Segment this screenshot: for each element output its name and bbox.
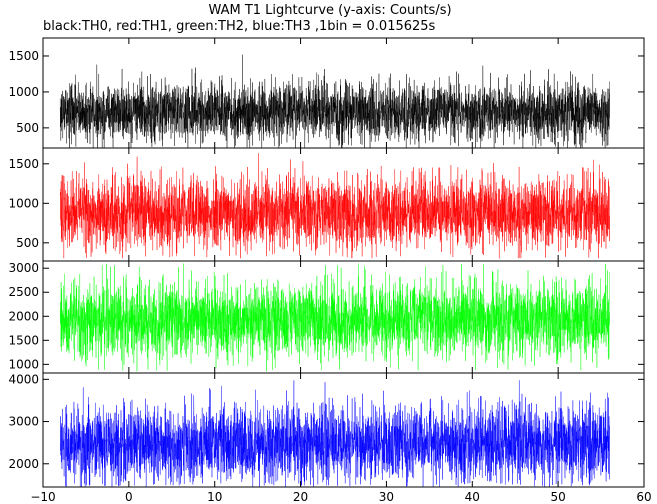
x-tick-label: 20 xyxy=(293,490,308,504)
y-tick-label: 1500 xyxy=(8,49,39,63)
y-tick-label: 3000 xyxy=(8,261,39,275)
x-tick-label: 10 xyxy=(207,490,222,504)
series-th2-line xyxy=(59,263,610,372)
x-tick-label: 0 xyxy=(125,490,133,504)
plot-title: WAM T1 Lightcurve (y-axis: Counts/s) xyxy=(208,3,451,18)
series-th0-line xyxy=(59,54,610,148)
plot-subtitle: black:TH0, red:TH1, green:TH2, blue:TH3 … xyxy=(43,19,436,34)
y-tick-label: 500 xyxy=(16,121,39,135)
y-tick-label: 1000 xyxy=(8,357,39,371)
y-tick-label: 1500 xyxy=(8,157,39,171)
y-tick-label: 2500 xyxy=(8,285,39,299)
panel-th3: 2000 3000 4000 xyxy=(8,372,645,488)
y-tick-label: 2000 xyxy=(8,457,39,471)
x-tick-label: 30 xyxy=(379,490,394,504)
panel-th1: 500 1000 1500 xyxy=(8,147,645,262)
lightcurve-figure: WAM T1 Lightcurve (y-axis: Counts/s) bla… xyxy=(8,3,651,504)
y-tick-label: 1000 xyxy=(8,85,39,99)
y-tick-label: 500 xyxy=(16,236,39,250)
y-tick-label: 4000 xyxy=(8,372,39,386)
x-axis: −10 0 10 20 30 40 50 60 xyxy=(30,490,651,504)
y-tick-label: 1500 xyxy=(8,333,39,347)
x-tick-label: 40 xyxy=(465,490,480,504)
series-th3-line xyxy=(59,380,610,487)
y-tick-label: 1000 xyxy=(8,196,39,210)
panels-layer: 500 1000 1500 500 1000 1500 1000 1500 2000 2500 30… xyxy=(8,37,645,488)
y-tick-label: 2000 xyxy=(8,309,39,323)
panel-th2: 1000 1500 2000 2500 3000 xyxy=(8,260,645,374)
panel-th0: 500 1000 1500 xyxy=(8,37,645,149)
series-th1-line xyxy=(59,153,610,259)
x-tick-label: −10 xyxy=(30,490,55,504)
x-tick-label: 50 xyxy=(551,490,566,504)
x-tick-label: 60 xyxy=(636,490,651,504)
y-tick-label: 3000 xyxy=(8,415,39,429)
